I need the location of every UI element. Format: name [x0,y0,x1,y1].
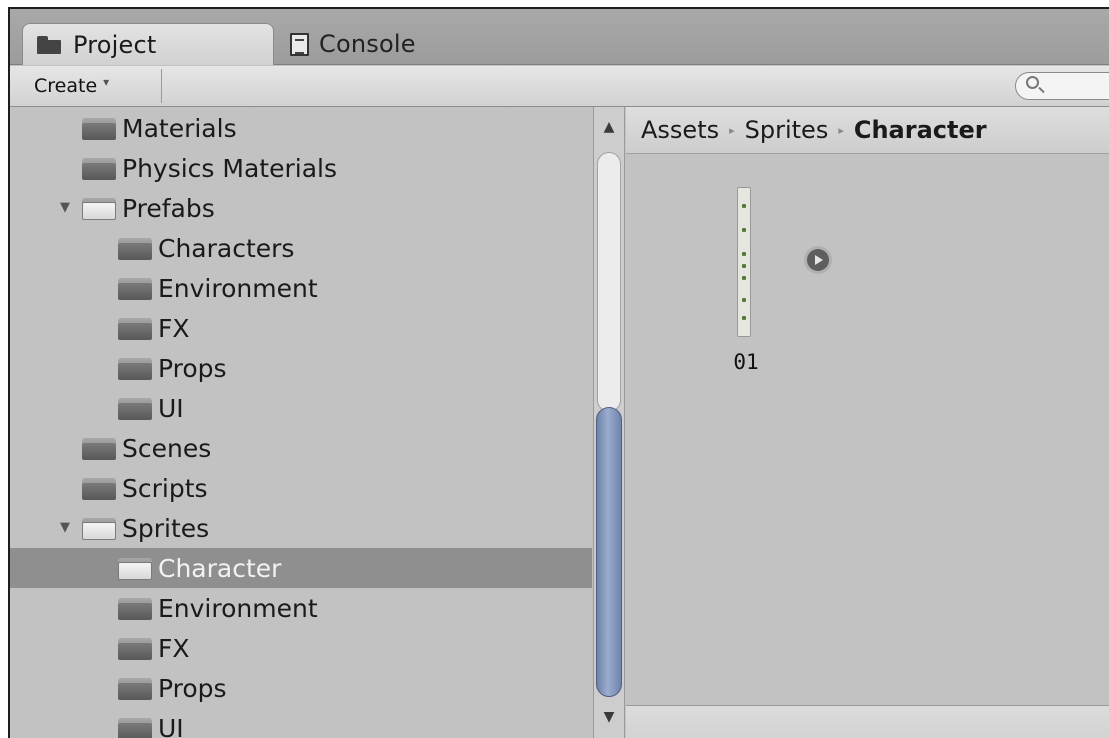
scroll-down-arrow-icon[interactable]: ▼ [594,709,624,725]
tree-item[interactable]: Scenes [10,428,592,468]
asset-label: 01 [733,350,759,374]
tree-item-label: Scripts [122,473,208,503]
folder-icon [82,156,116,180]
tree-item[interactable]: FX [10,628,592,668]
project-toolbar: Create ▾ [10,66,1109,107]
console-icon [290,32,309,56]
tree-item-label: Characters [158,233,295,263]
tree-item[interactable]: FX [10,308,592,348]
breadcrumb-sprites[interactable]: Sprites [745,116,829,144]
tree-item-label: Environment [158,593,318,623]
folder-icon [118,316,152,340]
tree-item-label: Materials [122,113,237,143]
folder-icon [82,516,116,540]
tree-item-label: Sprites [122,513,210,543]
folder-icon [82,476,116,500]
tree-item-label: Prefabs [122,193,215,223]
search-icon [1026,76,1039,89]
project-window: Project Console Create ▾ Materials Physic… [8,7,1109,738]
breadcrumb-separator-icon: ▸ [729,123,735,137]
tab-project[interactable]: Project [22,23,274,65]
tab-label: Console [319,30,416,58]
tree-item[interactable]: Materials [10,108,592,148]
tree-item[interactable]: Props [10,348,592,388]
folder-icon [118,596,152,620]
tree-item[interactable]: Characters [10,228,592,268]
tree-item-label: Props [158,673,227,703]
folder-icon [118,636,152,660]
tree-item[interactable]: Props [10,668,592,708]
asset-footer-bar [626,705,1109,738]
scroll-up-arrow-icon[interactable]: ▲ [594,119,624,135]
folder-icon [118,556,152,580]
breadcrumb-assets[interactable]: Assets [641,116,719,144]
folder-icon [118,236,152,260]
tab-bar: Project Console [10,9,1109,65]
tree-item-label: Physics Materials [122,153,337,183]
tree-item[interactable]: UI [10,708,592,738]
expand-sprites-play-icon[interactable] [807,249,829,271]
tree-item[interactable]: Environment [10,588,592,628]
tree-item-label: UI [158,713,184,738]
folder-icon [82,436,116,460]
folder-icon [118,356,152,380]
tree-item-label: Scenes [122,433,212,463]
folder-icon [118,276,152,300]
tree-scrollbar[interactable]: ▲ ▼ [593,107,625,738]
folder-icon [37,35,63,54]
folder-icon [118,396,152,420]
tree-item-label: Props [158,353,227,383]
scroll-track[interactable] [597,152,621,412]
asset-browser: Assets ▸ Sprites ▸ Character 01 [626,107,1109,738]
breadcrumb-current: Character [853,116,987,144]
tree-item[interactable]: ▼ Sprites [10,508,592,548]
dropdown-arrow-icon: ▾ [103,75,110,89]
tree-item-label: Character [158,553,282,583]
breadcrumb-separator-icon: ▸ [838,123,844,137]
create-button[interactable]: Create ▾ [12,69,162,103]
tree-item[interactable]: UI [10,388,592,428]
tree-item[interactable]: Character [10,548,592,588]
folder-tree: Materials Physics Materials ▼ Prefabs Charac… [10,108,592,738]
tree-item[interactable]: Scripts [10,468,592,508]
search-input[interactable] [1015,72,1109,100]
folder-icon [82,116,116,140]
tree-item[interactable]: Physics Materials [10,148,592,188]
sprite-sheet-thumbnail[interactable] [737,187,751,337]
folder-icon [82,196,116,220]
folder-icon [118,716,152,738]
tree-item[interactable]: Environment [10,268,592,308]
tree-item-label: UI [158,393,184,423]
tab-label: Project [73,30,157,59]
folder-icon [118,676,152,700]
tree-item-label: FX [158,313,190,343]
create-label: Create [34,75,98,97]
scroll-thumb[interactable] [596,407,622,697]
tab-console[interactable]: Console [290,23,416,65]
tree-item[interactable]: ▼ Prefabs [10,188,592,228]
breadcrumb: Assets ▸ Sprites ▸ Character [626,107,1109,154]
tree-item-label: FX [158,633,190,663]
expand-arrow-icon[interactable]: ▼ [60,520,70,535]
tree-item-label: Environment [158,273,318,303]
expand-arrow-icon[interactable]: ▼ [60,200,70,215]
